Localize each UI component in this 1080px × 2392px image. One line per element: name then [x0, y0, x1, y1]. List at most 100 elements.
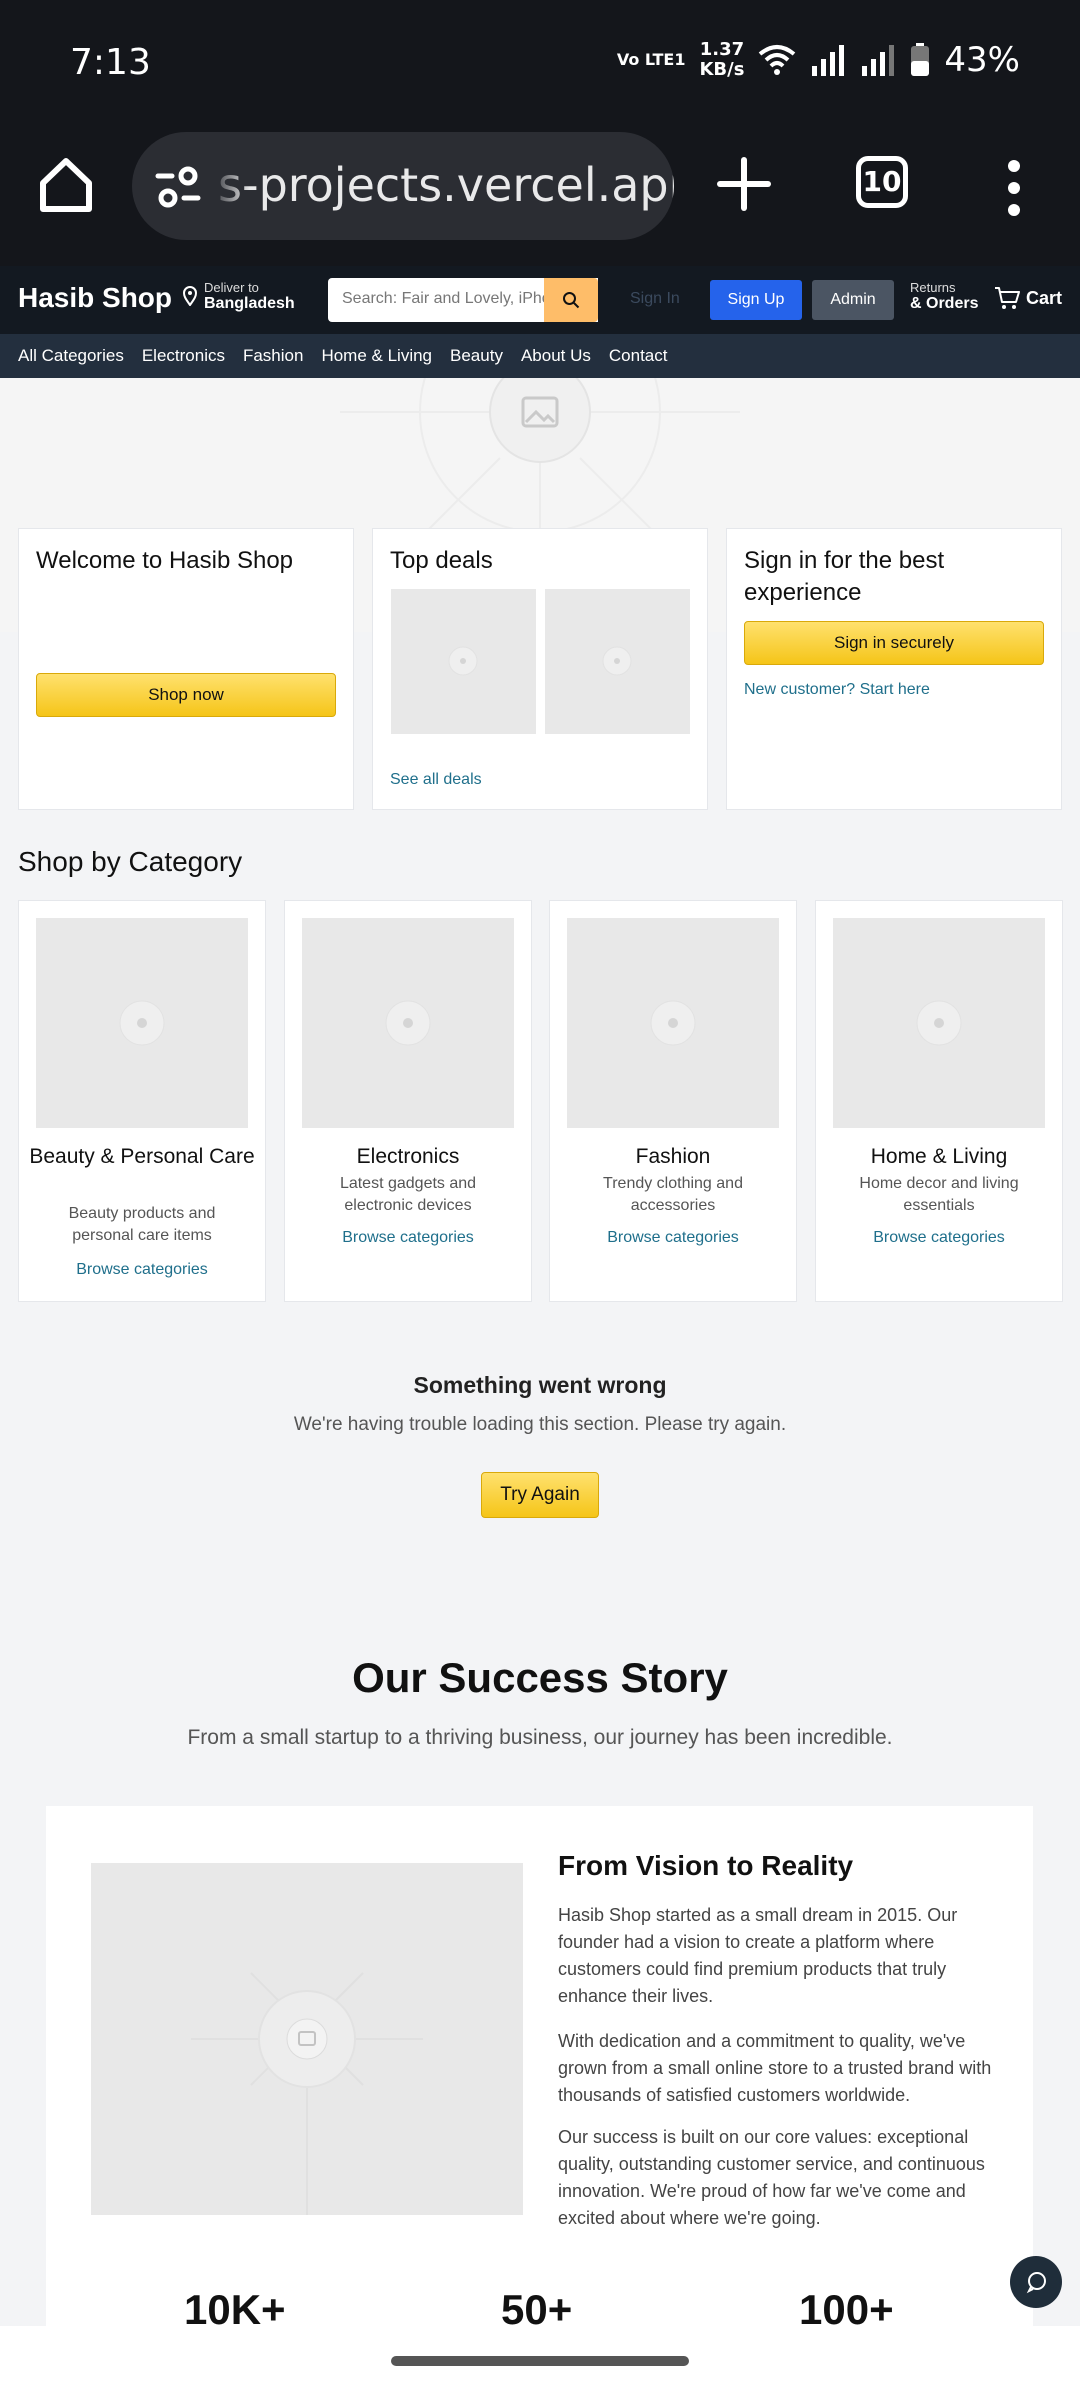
- chat-icon: [1026, 2272, 1046, 2294]
- category-card-home-living[interactable]: Home & Living Home decor and living esse…: [815, 900, 1063, 1302]
- wifi-icon: [759, 45, 796, 75]
- site-logo[interactable]: Hasib Shop: [18, 282, 172, 314]
- image-placeholder-icon: [650, 1000, 696, 1046]
- welcome-title: Welcome to Hasib Shop: [36, 547, 294, 574]
- deal-image[interactable]: [545, 589, 690, 734]
- shop-now-button[interactable]: Shop now: [36, 673, 336, 717]
- address-bar[interactable]: s-projects.vercel.app: [132, 132, 674, 240]
- nav-fashion[interactable]: Fashion: [243, 346, 303, 366]
- image-placeholder-icon: [385, 1000, 431, 1046]
- chat-button[interactable]: [1010, 2256, 1062, 2308]
- browse-categories-link[interactable]: Browse categories: [816, 1229, 1062, 1247]
- browse-categories-link[interactable]: Browse categories: [19, 1261, 265, 1279]
- shop-by-category-title: Shop by Category: [18, 846, 243, 877]
- cart-button[interactable]: Cart: [994, 286, 1062, 310]
- nav-beauty[interactable]: Beauty: [450, 346, 503, 366]
- category-card-electronics[interactable]: Electronics Latest gadgets and electroni…: [284, 900, 532, 1302]
- tune-icon[interactable]: [154, 162, 202, 210]
- story-paragraph: With dedication and a commitment to qual…: [558, 2031, 992, 2105]
- sign-up-button[interactable]: Sign Up: [710, 280, 802, 320]
- orders-label: & Orders: [910, 295, 979, 312]
- cart-label: Cart: [1026, 287, 1063, 308]
- see-all-deals-link[interactable]: See all deals: [390, 771, 482, 789]
- deliver-label: Deliver to: [204, 280, 259, 295]
- status-icons: Vo LTE1 1.37 KB/s 43%: [616, 40, 1020, 81]
- story-paragraph: Our success is built on our core values:…: [558, 2127, 985, 2228]
- image-placeholder-icon: [602, 646, 632, 676]
- category-image: [567, 918, 779, 1128]
- nav-electronics[interactable]: Electronics: [142, 346, 225, 366]
- category-image: [833, 918, 1045, 1128]
- search-icon: [563, 292, 580, 309]
- welcome-card: Welcome to Hasib Shop Shop now: [18, 528, 354, 810]
- speed-unit: KB/s: [699, 59, 745, 80]
- category-description: Beauty products and personal care items: [68, 1205, 216, 1244]
- location-pin-icon: [182, 286, 198, 306]
- image-placeholder-icon: [916, 1000, 962, 1046]
- deliver-to[interactable]: Deliver to Bangladesh: [182, 280, 295, 313]
- image-placeholder-icon: [448, 646, 478, 676]
- story-subtitle: From a small startup to a thriving busin…: [187, 1726, 893, 1749]
- status-time: 7:13: [70, 42, 151, 83]
- plus-icon[interactable]: [716, 156, 772, 212]
- story-image: [91, 1863, 523, 2215]
- category-name: Beauty & Personal Care: [29, 1145, 255, 1168]
- network-speed: 1.37 KB/s: [699, 40, 744, 80]
- battery-percent: 43%: [944, 40, 1020, 80]
- error-message: We're having trouble loading this sectio…: [293, 1414, 787, 1435]
- category-description: Trendy clothing and accessories: [603, 1175, 743, 1214]
- cart-icon: [995, 287, 1020, 309]
- category-card-fashion[interactable]: Fashion Trendy clothing and accessories …: [549, 900, 797, 1302]
- category-name: Electronics: [356, 1145, 460, 1168]
- error-title: Something went wrong: [413, 1372, 667, 1398]
- sign-in-securely-button[interactable]: Sign in securely: [744, 621, 1044, 665]
- try-again-button[interactable]: Try Again: [481, 1472, 599, 1518]
- returns-orders[interactable]: Returns & Orders: [910, 280, 978, 313]
- home-indicator-pill[interactable]: [391, 2356, 689, 2366]
- url-text[interactable]: s-projects.vercel.app: [218, 158, 674, 212]
- home-icon[interactable]: [38, 155, 94, 215]
- top-deals-card: Top deals See all deals: [372, 528, 708, 810]
- signin-card-title: Sign in for the best experience: [744, 547, 945, 606]
- deliver-country: Bangladesh: [204, 295, 295, 312]
- nav-contact[interactable]: Contact: [609, 346, 668, 366]
- category-image: [302, 918, 514, 1128]
- category-name: Fashion: [635, 1145, 711, 1168]
- url-fade: [210, 132, 250, 240]
- volte-indicator: Vo LTE1: [616, 50, 686, 69]
- nav-all-categories[interactable]: All Categories: [18, 346, 124, 366]
- story-heading: From Vision to Reality: [558, 1850, 854, 1881]
- top-deals-title: Top deals: [390, 547, 493, 574]
- image-placeholder-icon: [119, 1000, 165, 1046]
- signal-1-icon: [812, 45, 845, 76]
- category-card-beauty[interactable]: Beauty & Personal Care Beauty products a…: [18, 900, 266, 1302]
- status-bar: 7:13 Vo LTE1 1.37 KB/s 43%: [0, 0, 1080, 130]
- deal-image[interactable]: [391, 589, 536, 734]
- battery-icon: [911, 43, 930, 76]
- more-vert-icon[interactable]: [1000, 158, 1028, 218]
- speed-value: 1.37: [699, 39, 745, 60]
- admin-button[interactable]: Admin: [812, 280, 894, 320]
- nav-home-living[interactable]: Home & Living: [321, 346, 432, 366]
- tab-switcher-button[interactable]: 10: [856, 156, 908, 208]
- category-image: [36, 918, 248, 1128]
- story-paragraph: Hasib Shop started as a small dream in 2…: [558, 1905, 958, 2006]
- returns-label: Returns: [910, 280, 956, 295]
- signal-2-icon: [862, 45, 895, 76]
- search-button[interactable]: [544, 278, 598, 322]
- sign-in-link[interactable]: Sign In: [630, 290, 680, 308]
- category-description: Home decor and living essentials: [859, 1175, 1019, 1214]
- category-name: Home & Living: [870, 1145, 1008, 1168]
- new-customer-link[interactable]: New customer? Start here: [744, 681, 930, 699]
- signin-card: Sign in for the best experience Sign in …: [726, 528, 1062, 810]
- nav-about-us[interactable]: About Us: [521, 346, 591, 366]
- browse-categories-link[interactable]: Browse categories: [550, 1229, 796, 1247]
- image-placeholder-icon: [191, 1972, 423, 2215]
- browser-toolbar: s-projects.vercel.app 10: [0, 130, 1080, 266]
- site-header: Hasib Shop Deliver to Bangladesh Search:…: [0, 266, 1080, 334]
- category-description: Latest gadgets and electronic devices: [339, 1175, 477, 1214]
- story-title: Our Success Story: [352, 1654, 728, 1701]
- category-nav: All Categories Electronics Fashion Home …: [0, 334, 1080, 378]
- browse-categories-link[interactable]: Browse categories: [285, 1229, 531, 1247]
- gesture-bar: [0, 2326, 1080, 2392]
